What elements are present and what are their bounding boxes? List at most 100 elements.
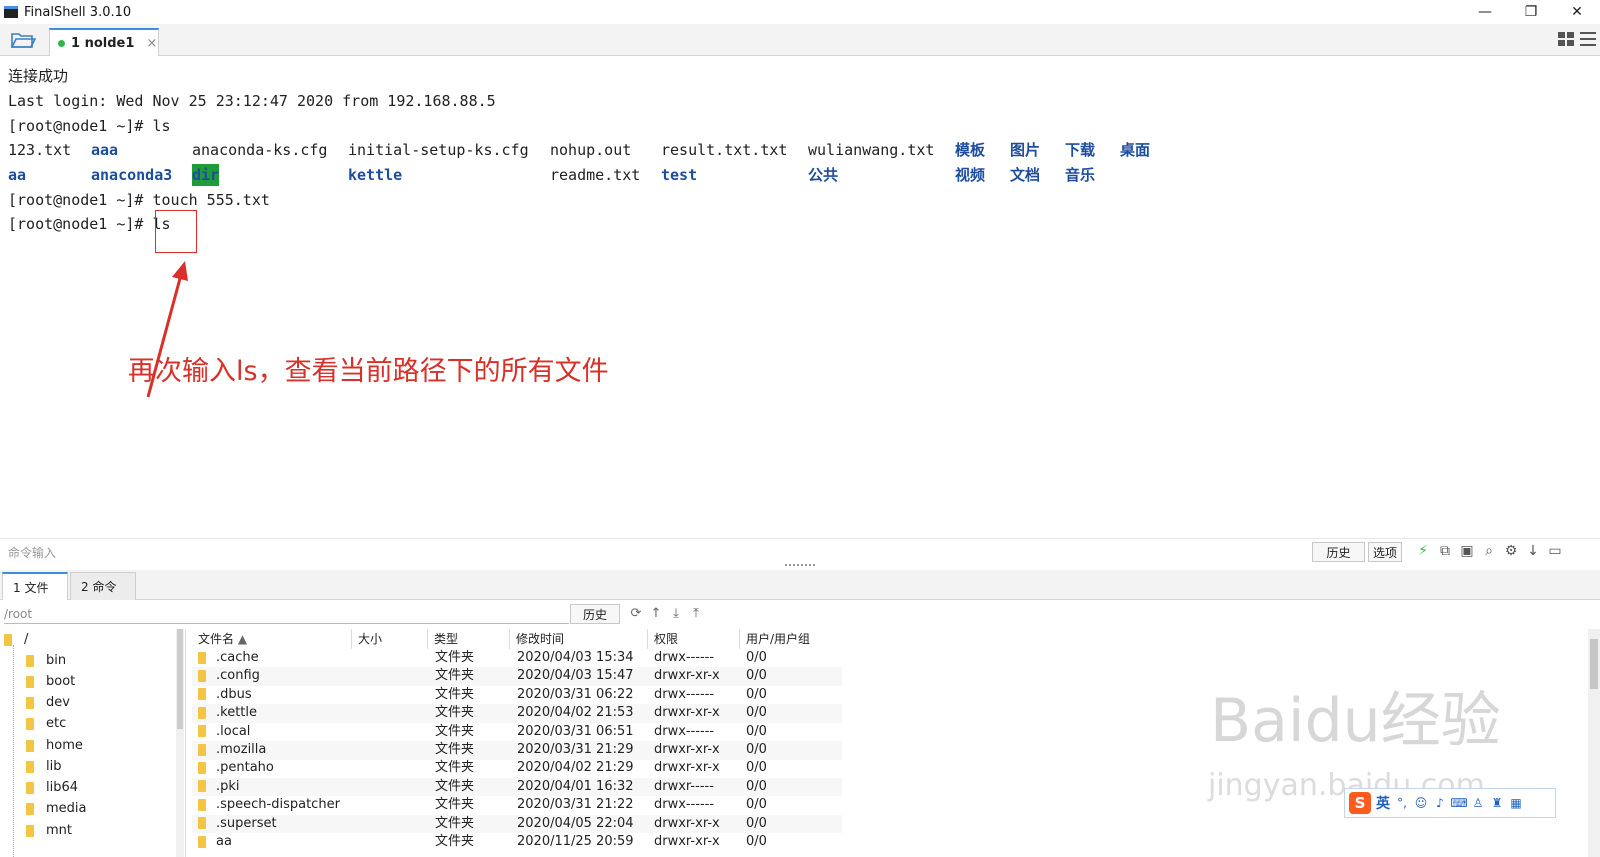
- keyboard-icon[interactable]: ⌨: [1450, 796, 1467, 810]
- table-row[interactable]: aa 文件夹 2020/11/25 20:59 drwxr-xr-x 0/0: [192, 833, 842, 852]
- tree-item-boot[interactable]: boot: [26, 671, 75, 692]
- copy-icon[interactable]: ⧉: [1437, 543, 1453, 559]
- tree-item-label: home: [46, 738, 83, 753]
- panel-splitter[interactable]: [785, 564, 815, 568]
- tree-item-lib[interactable]: lib: [26, 756, 61, 777]
- ls-entry: dir: [192, 164, 220, 186]
- table-row[interactable]: .mozilla 文件夹 2020/03/31 21:29 drwxr-xr-x 0/0: [192, 741, 842, 760]
- file-perm-cell: drwxr-----: [654, 778, 714, 794]
- file-name: .dbus: [216, 686, 252, 702]
- table-row[interactable]: .cache 文件夹 2020/04/03 15:34 drwx------ 0/0: [192, 649, 842, 668]
- options-button[interactable]: 选项: [1368, 542, 1402, 562]
- ls-entry: wulianwang.txt: [808, 141, 935, 159]
- maximize-icon[interactable]: ▭: [1547, 543, 1563, 559]
- tree-item-mnt[interactable]: mnt: [26, 820, 72, 841]
- table-row[interactable]: .pki 文件夹 2020/04/01 16:32 drwxr----- 0/0: [192, 777, 842, 797]
- terminal[interactable]: 连接成功 Last login: Wed Nov 25 23:12:47 202…: [0, 57, 1600, 534]
- file-type-cell: 文件夹: [435, 686, 475, 702]
- tree-item-media[interactable]: media: [26, 798, 87, 819]
- punctuation-icon[interactable]: °,: [1395, 796, 1409, 810]
- file-type-cell: 文件夹: [435, 723, 475, 739]
- file-owner-cell: 0/0: [746, 650, 767, 665]
- column-header-permissions[interactable]: 权限: [648, 629, 740, 649]
- file-name: .speech-dispatcher: [216, 797, 340, 813]
- download-file-icon[interactable]: ⤓: [668, 605, 684, 621]
- file-modified-cell: 2020/04/02 21:29: [517, 760, 634, 776]
- close-button[interactable]: ✕: [1554, 0, 1600, 24]
- restore-button[interactable]: ❐: [1508, 0, 1554, 24]
- skin-icon[interactable]: ♜: [1490, 796, 1504, 810]
- microphone-icon[interactable]: ♪: [1433, 796, 1447, 810]
- file-name-cell: .mozilla: [198, 741, 266, 760]
- tree-item-home[interactable]: home: [26, 735, 83, 756]
- scroll-thumb[interactable]: [1590, 639, 1598, 689]
- table-scrollbar[interactable]: [1588, 629, 1600, 857]
- table-row[interactable]: .dbus 文件夹 2020/03/31 06:22 drwx------ 0/0: [192, 686, 842, 705]
- menu-icon[interactable]: [1580, 32, 1596, 46]
- file-name-cell: .pentaho: [198, 759, 274, 778]
- ls-entry: 视频: [955, 166, 986, 184]
- column-header-modified[interactable]: 修改时间: [510, 629, 648, 649]
- ime-language-mode[interactable]: 英: [1376, 793, 1390, 813]
- tree-item-lib64[interactable]: lib64: [26, 777, 78, 798]
- close-tab-icon[interactable]: ×: [146, 36, 157, 51]
- tree-item-root[interactable]: /: [4, 629, 28, 650]
- ime-logo[interactable]: S: [1349, 792, 1371, 814]
- user-icon[interactable]: ♙: [1471, 796, 1485, 810]
- download-icon[interactable]: ↓: [1525, 543, 1541, 559]
- file-perm-cell: drwxr-xr-x: [654, 742, 720, 757]
- lightning-icon[interactable]: ⚡: [1415, 543, 1431, 559]
- path-input[interactable]: /root: [4, 604, 569, 624]
- folder-icon: [198, 817, 206, 830]
- gear-icon[interactable]: ⚙: [1503, 543, 1519, 559]
- tree-scrollbar[interactable]: [176, 629, 184, 857]
- tab-commands[interactable]: 2 命令: [70, 572, 136, 600]
- folder-icon: [26, 675, 34, 688]
- command-input[interactable]: 命令输入: [8, 544, 56, 561]
- grid-layout-icon[interactable]: [1558, 32, 1574, 46]
- file-name: .pki: [216, 778, 240, 794]
- folder-icon: [198, 651, 206, 664]
- paste-icon[interactable]: ▣: [1459, 543, 1475, 559]
- file-type-cell: 文件夹: [435, 834, 475, 849]
- file-name-cell: aa: [198, 833, 232, 852]
- tab-nolde1[interactable]: 1 nolde1 ×: [49, 28, 159, 56]
- tree-item-etc[interactable]: etc: [26, 713, 66, 734]
- tab-files[interactable]: 1 文件: [2, 572, 68, 600]
- table-row[interactable]: .config 文件夹 2020/04/03 15:47 drwxr-xr-x 0/0: [192, 667, 842, 686]
- tab-label: 1 nolde1: [71, 35, 135, 51]
- annotation-text: 再次输入ls，查看当前路径下的所有文件: [128, 356, 609, 387]
- search-icon[interactable]: ⌕: [1481, 543, 1497, 559]
- scroll-thumb[interactable]: [177, 629, 183, 729]
- table-row[interactable]: .pentaho 文件夹 2020/04/02 21:29 drwxr-xr-x 0/0: [192, 759, 842, 778]
- file-perm-cell: drwxr-xr-x: [654, 668, 720, 684]
- up-directory-icon[interactable]: ↑: [648, 605, 664, 621]
- table-row[interactable]: .kettle 文件夹 2020/04/02 21:53 drwxr-xr-x 0/0: [192, 704, 842, 723]
- column-header-name[interactable]: 文件名 ▲: [192, 629, 352, 649]
- minimize-button[interactable]: —: [1462, 0, 1508, 24]
- tree-item-bin[interactable]: bin: [26, 650, 66, 671]
- terminal-line: 连接成功: [8, 67, 69, 85]
- file-owner-cell: 0/0: [746, 686, 767, 702]
- toolbox-icon[interactable]: ▦: [1509, 796, 1523, 810]
- path-history-button[interactable]: 历史: [570, 604, 620, 624]
- table-row[interactable]: .speech-dispatcher 文件夹 2020/03/31 21:22 drw…: [192, 796, 842, 815]
- column-header-size[interactable]: 大小: [352, 629, 428, 649]
- file-owner-cell: 0/0: [746, 797, 767, 813]
- path-bar: /root 历史 ⟳ ↑ ⤓ ⤒: [0, 602, 1600, 626]
- refresh-icon[interactable]: ⟳: [628, 605, 644, 621]
- file-owner-cell: 0/0: [746, 705, 767, 721]
- history-button[interactable]: 历史: [1312, 542, 1365, 562]
- ls-entry: 公共: [808, 166, 839, 184]
- upload-file-icon[interactable]: ⤒: [688, 605, 704, 621]
- table-row[interactable]: .local 文件夹 2020/03/31 06:51 drwx------ 0/0: [192, 723, 842, 742]
- column-header-owner[interactable]: 用户/用户组: [740, 629, 840, 649]
- column-header-type[interactable]: 类型: [428, 629, 510, 649]
- table-row[interactable]: .superset 文件夹 2020/04/05 22:04 drwxr-xr-x 0/…: [192, 814, 842, 834]
- emoji-icon[interactable]: ☺: [1414, 796, 1428, 810]
- prompt-prefix: [root@node1 ~]#: [8, 215, 153, 233]
- window-controls: — ❐ ✕: [1462, 0, 1600, 24]
- tree-item-dev[interactable]: dev: [26, 692, 70, 713]
- file-name: .mozilla: [216, 742, 267, 757]
- open-folder-icon[interactable]: [10, 30, 37, 50]
